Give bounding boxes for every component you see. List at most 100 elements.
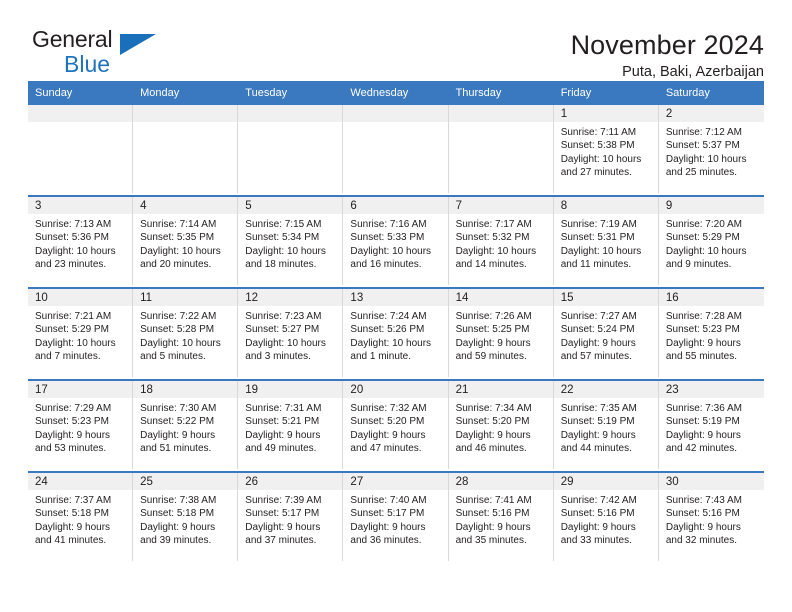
daylight-text: Daylight: 9 hours <box>350 429 426 441</box>
sunset-text: Sunset: 5:37 PM <box>665 140 740 152</box>
day-cell-content: 9 Sunrise: 7:20 AM Sunset: 5:29 PM Daylight… <box>658 197 764 285</box>
brand-logo[interactable]: General Blue <box>28 28 192 84</box>
weekday-header-friday: Friday <box>553 81 659 105</box>
daylight-text: and 59 minutes. <box>455 351 527 363</box>
calendar-day-cell[interactable] <box>28 105 134 196</box>
day-details: Sunrise: 7:43 AM Sunset: 5:16 PM Daylight:… <box>659 490 764 548</box>
daylight-text: Daylight: 9 hours <box>665 429 741 441</box>
calendar-day-cell[interactable]: 16 Sunrise: 7:28 AM Sunset: 5:23 PM Dayligh… <box>658 287 764 380</box>
day-cell-content: 27 Sunrise: 7:40 AM Sunset: 5:17 PM Dayligh… <box>343 473 449 561</box>
brand-name-blue: Blue <box>64 51 111 77</box>
calendar-day-cell[interactable]: 20 Sunrise: 7:32 AM Sunset: 5:20 PM Dayligh… <box>343 379 449 472</box>
day-cell-content: 6 Sunrise: 7:16 AM Sunset: 5:33 PM Daylight… <box>343 197 449 285</box>
day-number: 25 <box>133 473 238 490</box>
calendar-day-cell[interactable]: 9 Sunrise: 7:20 AM Sunset: 5:29 PM Daylight… <box>658 195 764 288</box>
day-details: Sunrise: 7:11 AM Sunset: 5:38 PM Daylight:… <box>554 122 658 180</box>
calendar-week-row: 1 Sunrise: 7:11 AM Sunset: 5:38 PM Daylight… <box>28 105 764 196</box>
day-number: 14 <box>448 289 553 306</box>
day-number: 5 <box>238 197 343 214</box>
sunrise-text: Sunrise: 7:23 AM <box>245 311 322 322</box>
daylight-text: Daylight: 9 hours <box>245 429 321 441</box>
calendar-day-cell[interactable]: 1 Sunrise: 7:11 AM Sunset: 5:38 PM Daylight… <box>553 105 659 196</box>
calendar-day-cell[interactable] <box>343 105 449 196</box>
day-cell-content: 24 Sunrise: 7:37 AM Sunset: 5:18 PM Dayligh… <box>28 473 134 561</box>
day-number: 9 <box>658 197 764 214</box>
daylight-text: and 16 minutes. <box>350 259 422 271</box>
day-cell-content: 3 Sunrise: 7:13 AM Sunset: 5:36 PM Daylight… <box>28 197 134 285</box>
calendar-day-cell[interactable]: 22 Sunrise: 7:35 AM Sunset: 5:19 PM Dayligh… <box>553 379 659 472</box>
title-block: November 2024 Puta, Baki, Azerbaijan <box>571 28 764 81</box>
day-cell-content: 28 Sunrise: 7:41 AM Sunset: 5:16 PM Dayligh… <box>448 473 554 561</box>
sunset-text: Sunset: 5:26 PM <box>350 324 425 336</box>
sunrise-text: Sunrise: 7:28 AM <box>665 311 742 322</box>
calendar-day-cell[interactable]: 23 Sunrise: 7:36 AM Sunset: 5:19 PM Dayligh… <box>658 379 764 472</box>
daylight-text: Daylight: 10 hours <box>560 153 642 165</box>
sunrise-text: Sunrise: 7:29 AM <box>35 403 112 414</box>
sunrise-text: Sunrise: 7:42 AM <box>560 495 637 506</box>
calendar-table: Sunday Monday Tuesday Wednesday Thursday… <box>28 81 764 563</box>
calendar-day-cell[interactable]: 30 Sunrise: 7:43 AM Sunset: 5:16 PM Dayligh… <box>658 471 764 563</box>
calendar-day-cell[interactable]: 28 Sunrise: 7:41 AM Sunset: 5:16 PM Dayligh… <box>448 471 554 563</box>
calendar-day-cell[interactable]: 4 Sunrise: 7:14 AM Sunset: 5:35 PM Daylight… <box>133 195 239 288</box>
daylight-text: Daylight: 9 hours <box>455 337 531 349</box>
day-details: Sunrise: 7:34 AM Sunset: 5:20 PM Daylight:… <box>449 398 553 456</box>
sunrise-text: Sunrise: 7:17 AM <box>455 219 532 230</box>
sunset-text: Sunset: 5:16 PM <box>455 508 530 520</box>
daylight-text: and 55 minutes. <box>665 351 738 363</box>
weekday-header-monday: Monday <box>133 81 239 105</box>
day-details: Sunrise: 7:42 AM Sunset: 5:16 PM Daylight:… <box>554 490 658 548</box>
calendar-day-cell[interactable]: 7 Sunrise: 7:17 AM Sunset: 5:32 PM Daylight… <box>448 195 554 288</box>
day-cell-content: 16 Sunrise: 7:28 AM Sunset: 5:23 PM Dayligh… <box>658 289 764 377</box>
daylight-text: Daylight: 9 hours <box>560 521 636 533</box>
calendar-day-cell[interactable]: 3 Sunrise: 7:13 AM Sunset: 5:36 PM Daylight… <box>28 195 134 288</box>
calendar-day-cell[interactable]: 12 Sunrise: 7:23 AM Sunset: 5:27 PM Dayligh… <box>238 287 344 380</box>
day-cell-empty <box>28 105 134 193</box>
day-details: Sunrise: 7:28 AM Sunset: 5:23 PM Daylight:… <box>659 306 764 364</box>
day-details: Sunrise: 7:35 AM Sunset: 5:19 PM Daylight:… <box>554 398 658 456</box>
daylight-text: and 46 minutes. <box>455 443 527 455</box>
calendar-day-cell[interactable]: 25 Sunrise: 7:38 AM Sunset: 5:18 PM Dayligh… <box>133 471 239 563</box>
calendar-day-cell[interactable]: 14 Sunrise: 7:26 AM Sunset: 5:25 PM Dayligh… <box>448 287 554 380</box>
sunset-text: Sunset: 5:19 PM <box>560 416 635 428</box>
weekday-header-tuesday: Tuesday <box>238 81 344 105</box>
weekday-header-sunday: Sunday <box>28 81 134 105</box>
calendar-day-cell[interactable]: 26 Sunrise: 7:39 AM Sunset: 5:17 PM Dayligh… <box>238 471 344 563</box>
day-number: 19 <box>238 381 343 398</box>
weekday-header-thursday: Thursday <box>448 81 554 105</box>
calendar-day-cell[interactable] <box>238 105 344 196</box>
day-cell-content: 25 Sunrise: 7:38 AM Sunset: 5:18 PM Dayligh… <box>133 473 239 561</box>
sunrise-text: Sunrise: 7:13 AM <box>35 219 112 230</box>
sunrise-text: Sunrise: 7:16 AM <box>350 219 427 230</box>
calendar-day-cell[interactable]: 11 Sunrise: 7:22 AM Sunset: 5:28 PM Dayligh… <box>133 287 239 380</box>
calendar-day-cell[interactable]: 24 Sunrise: 7:37 AM Sunset: 5:18 PM Dayligh… <box>28 471 134 563</box>
calendar-day-cell[interactable] <box>448 105 554 196</box>
day-details <box>449 122 553 126</box>
calendar-day-cell[interactable]: 19 Sunrise: 7:31 AM Sunset: 5:21 PM Dayligh… <box>238 379 344 472</box>
calendar-day-cell[interactable]: 27 Sunrise: 7:40 AM Sunset: 5:17 PM Dayligh… <box>343 471 449 563</box>
calendar-day-cell[interactable]: 17 Sunrise: 7:29 AM Sunset: 5:23 PM Dayligh… <box>28 379 134 472</box>
calendar-day-cell[interactable]: 6 Sunrise: 7:16 AM Sunset: 5:33 PM Daylight… <box>343 195 449 288</box>
sunrise-text: Sunrise: 7:21 AM <box>35 311 112 322</box>
calendar-day-cell[interactable]: 21 Sunrise: 7:34 AM Sunset: 5:20 PM Dayligh… <box>448 379 554 472</box>
day-number: 20 <box>343 381 448 398</box>
calendar-day-cell[interactable]: 10 Sunrise: 7:21 AM Sunset: 5:29 PM Dayligh… <box>28 287 134 380</box>
sunrise-text: Sunrise: 7:11 AM <box>560 127 637 138</box>
daylight-text: and 23 minutes. <box>35 259 107 271</box>
daylight-text: Daylight: 9 hours <box>350 521 426 533</box>
calendar-day-cell[interactable]: 2 Sunrise: 7:12 AM Sunset: 5:37 PM Daylight… <box>658 105 764 196</box>
calendar-day-cell[interactable]: 8 Sunrise: 7:19 AM Sunset: 5:31 PM Daylight… <box>553 195 659 288</box>
sunset-text: Sunset: 5:36 PM <box>35 232 109 244</box>
sunset-text: Sunset: 5:35 PM <box>140 232 215 244</box>
calendar-day-cell[interactable]: 13 Sunrise: 7:24 AM Sunset: 5:26 PM Dayligh… <box>343 287 449 380</box>
day-details: Sunrise: 7:39 AM Sunset: 5:17 PM Daylight:… <box>238 490 342 548</box>
sunrise-text: Sunrise: 7:41 AM <box>455 495 532 506</box>
calendar-day-cell[interactable]: 5 Sunrise: 7:15 AM Sunset: 5:34 PM Daylight… <box>238 195 344 288</box>
calendar-day-cell[interactable]: 15 Sunrise: 7:27 AM Sunset: 5:24 PM Dayligh… <box>553 287 659 380</box>
calendar-day-cell[interactable]: 29 Sunrise: 7:42 AM Sunset: 5:16 PM Dayligh… <box>553 471 659 563</box>
sunset-text: Sunset: 5:33 PM <box>350 232 425 244</box>
day-cell-content: 21 Sunrise: 7:34 AM Sunset: 5:20 PM Dayligh… <box>448 381 554 469</box>
sunset-text: Sunset: 5:31 PM <box>560 232 635 244</box>
calendar-day-cell[interactable] <box>133 105 239 196</box>
daylight-text: Daylight: 9 hours <box>455 429 531 441</box>
calendar-day-cell[interactable]: 18 Sunrise: 7:30 AM Sunset: 5:22 PM Dayligh… <box>133 379 239 472</box>
